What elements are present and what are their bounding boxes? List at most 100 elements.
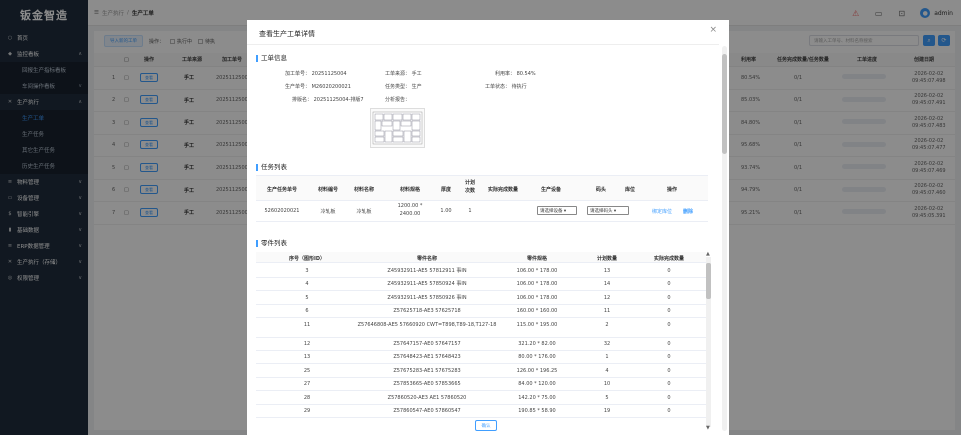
part-name: Z57860520-AE3 AE1 57860520 — [387, 394, 467, 401]
info-status: 工单状态： 待执行 — [485, 84, 527, 90]
task-mname: 冷轧板 — [356, 209, 372, 215]
parts-scroll-thumb[interactable] — [706, 263, 711, 299]
part-done: 0 — [667, 308, 671, 315]
device-select[interactable]: 请选择设备 ▾ — [537, 206, 577, 215]
part-spec: 115.00 * 195.00 — [516, 321, 558, 328]
part-id: 3 — [305, 268, 309, 274]
row-divider — [256, 363, 706, 365]
part-id: 4 — [305, 281, 309, 288]
nesting-layout-thumbnail[interactable] — [370, 108, 425, 148]
dialog-scroll-thumb[interactable] — [722, 54, 727, 154]
task-header-count: 次数 — [464, 188, 475, 194]
section-tasks-title: 任务列表 — [256, 164, 287, 171]
part-spec: 321.20 * 82.00 — [518, 341, 556, 347]
row-divider — [256, 336, 706, 338]
part-plan: 12 — [603, 294, 611, 301]
part-plan: 10 — [603, 381, 611, 388]
part-id: 13 — [303, 354, 311, 361]
part-done: 0 — [667, 341, 671, 347]
part-name: Z57675283-AE1 57675283 — [393, 367, 461, 374]
dialog-body: 工单信息 加工单号： 20251125004 工单来源： 手工 利用率： 80.… — [247, 44, 719, 435]
part-done: 0 — [667, 294, 671, 301]
row-divider — [256, 277, 706, 278]
part-done: 0 — [667, 381, 671, 388]
parts-header-id: 序号（图形ID） — [288, 256, 325, 262]
part-name: Z57860547-AE0 57860547 — [393, 408, 461, 414]
part-id: 11 — [303, 321, 311, 328]
part-done: 0 — [667, 321, 671, 328]
task-header-thick: 厚度 — [440, 187, 451, 193]
confirm-button[interactable]: 确认 — [475, 420, 497, 431]
part-spec: 106.00 * 178.00 — [516, 294, 558, 301]
part-spec: 84.00 * 120.00 — [518, 381, 556, 388]
part-id: 27 — [303, 381, 311, 388]
info-prod: 生产单号： M26020200021 — [285, 84, 351, 90]
dialog-scrollbar[interactable] — [722, 46, 727, 431]
row-divider — [256, 403, 706, 405]
task-header-plan: 计划 — [464, 180, 475, 186]
part-name: Z57625718-AE3 57625718 — [393, 308, 461, 315]
parts-header-done: 实际完成数量 — [653, 256, 684, 262]
task-no: 52602020021 — [264, 208, 300, 214]
part-name: Z57853665-AE0 57853665 — [393, 381, 461, 388]
task-plan: 1 — [468, 208, 472, 214]
info-source: 工单来源： 手工 — [385, 71, 422, 77]
part-done: 0 — [667, 367, 671, 374]
task-spec-line1: 1200.00 * — [397, 203, 423, 209]
part-spec: 142.20 * 75.00 — [518, 394, 556, 401]
info-no: 加工单号： 20251125004 — [285, 71, 347, 77]
part-spec: 106.00 * 178.00 — [516, 281, 558, 288]
scroll-up-icon[interactable]: ▲ — [706, 251, 710, 257]
part-name: Z57648423-AE1 57648423 — [393, 354, 461, 361]
parts-scrollbar[interactable] — [706, 257, 711, 427]
task-header-op: 操作 — [666, 187, 677, 193]
part-plan: 32 — [603, 341, 611, 347]
dock-select[interactable]: 请选择码头 ▾ — [587, 206, 629, 215]
info-layout: 排版名： 20251125004-排版7 — [292, 97, 364, 103]
close-icon[interactable]: × — [709, 25, 717, 35]
part-id: 25 — [303, 367, 311, 374]
info-rate: 利用率： 80.54% — [495, 71, 536, 77]
part-plan: 4 — [605, 367, 609, 374]
bind-location-link[interactable]: 绑定库位 — [645, 208, 679, 215]
delete-link[interactable]: 删除 — [679, 208, 697, 215]
workorder-detail-dialog: 查看生产工单详情 × 工单信息 加工单号： 20251125004 工单来源： … — [247, 20, 729, 435]
part-spec: 190.85 * 58.90 — [518, 408, 556, 414]
part-id: 28 — [303, 394, 311, 401]
part-done: 0 — [667, 394, 671, 401]
part-plan: 14 — [603, 281, 611, 288]
task-mcode: 冷轧板 — [320, 209, 336, 215]
part-plan: 19 — [603, 408, 611, 414]
part-id: 5 — [305, 294, 309, 301]
part-done: 0 — [667, 268, 671, 274]
layout-drawing-icon — [372, 111, 423, 145]
part-name: Z57646808-AE5 57660920 CWT=T898,T89-18,T… — [357, 321, 497, 328]
dialog-title: 查看生产工单详情 — [259, 30, 315, 38]
part-spec: 126.00 * 196.25 — [516, 367, 558, 374]
part-done: 0 — [667, 281, 671, 288]
part-id: 6 — [305, 308, 309, 315]
part-done: 0 — [667, 354, 671, 361]
task-header-device: 生产设备 — [540, 187, 561, 193]
row-divider — [256, 376, 706, 378]
part-name: Z45932911-AE5 57850926 事IN — [387, 294, 467, 301]
parts-header-name: 零件名称 — [416, 256, 437, 262]
row-divider — [256, 350, 706, 351]
task-thick: 1.00 — [440, 208, 452, 214]
part-spec: 160.00 * 160.00 — [516, 308, 558, 315]
part-plan: 2 — [605, 321, 609, 328]
row-divider — [256, 417, 706, 418]
row-divider — [256, 290, 706, 292]
task-header-mcode: 材料编号 — [317, 187, 338, 193]
parts-header-plan: 计划数量 — [596, 256, 617, 262]
part-id: 29 — [303, 408, 311, 414]
task-header-no: 生产任务单号 — [266, 187, 297, 193]
scroll-down-icon[interactable]: ▼ — [706, 425, 710, 431]
row-divider — [256, 303, 706, 305]
row-divider — [256, 390, 706, 392]
part-done: 0 — [667, 408, 671, 414]
part-plan: 11 — [603, 308, 611, 315]
part-plan: 1 — [605, 354, 609, 361]
task-header-spec: 材料规格 — [399, 187, 420, 193]
row-divider — [256, 317, 706, 319]
